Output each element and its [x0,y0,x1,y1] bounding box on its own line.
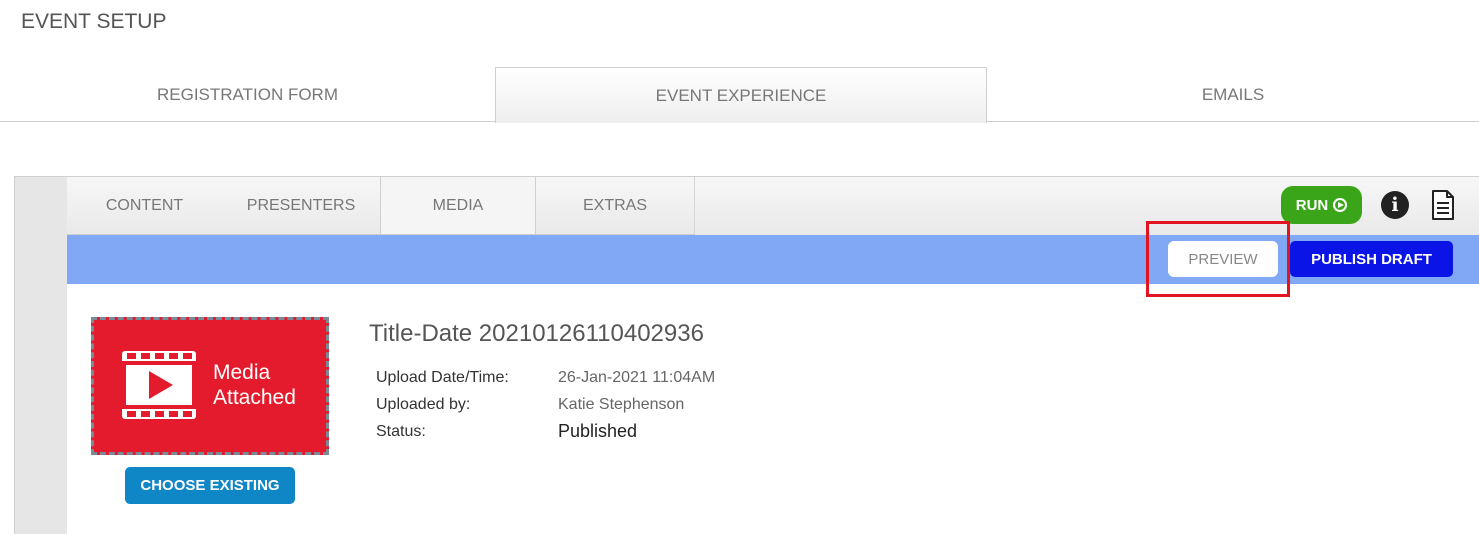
media-attached-label: Media Attached [213,360,296,410]
detail-row-status: Status: Published [376,418,715,445]
document-icon[interactable] [1431,190,1455,220]
play-circle-icon [1333,198,1348,212]
media-details: Upload Date/Time: 26-Jan-2021 11:04AM Up… [376,364,715,445]
panel-content: CONTENT PRESENTERS MEDIA EXTRAS RUN i PR… [67,177,1479,534]
media-label-line2: Attached [213,386,296,409]
detail-label: Uploaded by: [376,395,471,413]
media-title: Title-Date 20210126110402936 [369,320,704,347]
choose-existing-button[interactable]: CHOOSE EXISTING [125,467,295,504]
tab-media[interactable]: MEDIA [380,177,536,234]
video-film-icon [122,351,196,419]
detail-label: Status: [376,422,426,440]
status-value: Published [558,421,638,441]
run-button[interactable]: RUN [1281,186,1362,224]
detail-label: Upload Date/Time: [376,368,509,386]
page-title: EVENT SETUP [21,10,167,33]
run-label: RUN [1295,196,1329,214]
main-tabbar: REGISTRATION FORM EVENT EXPERIENCE EMAIL… [0,67,1479,123]
tab-content[interactable]: CONTENT [67,177,222,234]
sub-tabbar: CONTENT PRESENTERS MEDIA EXTRAS RUN i [67,177,1479,235]
tab-extras[interactable]: EXTRAS [536,177,695,234]
detail-row-upload-date: Upload Date/Time: 26-Jan-2021 11:04AM [376,364,715,391]
media-label-line1: Media [213,361,271,384]
media-panel: CONTENT PRESENTERS MEDIA EXTRAS RUN i PR… [14,176,1479,534]
tab-presenters[interactable]: PRESENTERS [222,177,380,234]
tab-registration-form[interactable]: REGISTRATION FORM [0,67,495,122]
preview-button[interactable]: PREVIEW [1168,241,1278,277]
action-bar: PREVIEW PUBLISH DRAFT [67,235,1479,284]
info-icon[interactable]: i [1381,191,1409,219]
media-thumbnail[interactable]: Media Attached [91,317,329,455]
publish-draft-button[interactable]: PUBLISH DRAFT [1290,241,1453,277]
tab-emails[interactable]: EMAILS [987,67,1479,122]
upload-date-value: 26-Jan-2021 11:04AM [558,368,716,386]
detail-row-uploaded-by: Uploaded by: Katie Stephenson [376,391,715,418]
tab-event-experience[interactable]: EVENT EXPERIENCE [495,67,987,123]
uploaded-by-value: Katie Stephenson [558,395,685,413]
